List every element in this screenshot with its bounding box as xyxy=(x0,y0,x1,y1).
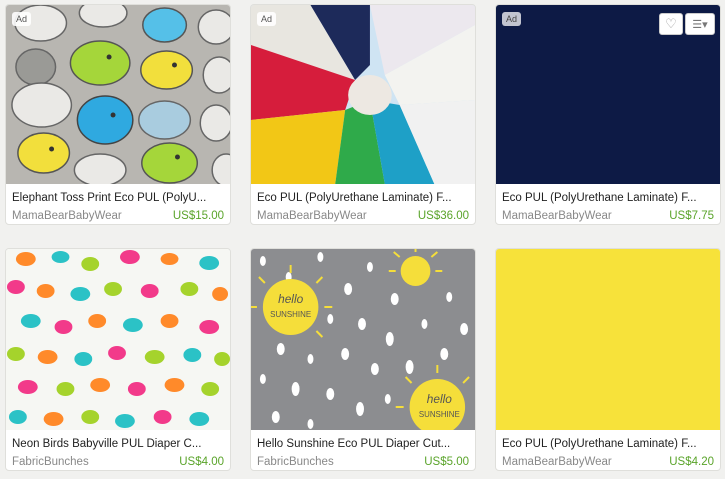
image-text: SUNSHINE xyxy=(419,410,460,419)
shop-name[interactable]: MamaBearBabyWear xyxy=(257,209,367,224)
listing-price: US$4.00 xyxy=(179,456,224,468)
listing-title[interactable]: Eco PUL (PolyUrethane Laminate) F... xyxy=(496,430,720,452)
listing-image[interactable]: Ad xyxy=(6,5,230,184)
listing-title[interactable]: Eco PUL (PolyUrethane Laminate) F... xyxy=(251,184,475,206)
listing-card[interactable]: Ad Eco PUL (PolyUrethane Laminate) F... … xyxy=(250,4,476,225)
shop-name[interactable]: FabricBunches xyxy=(257,455,334,470)
ad-badge: Ad xyxy=(257,12,277,26)
listing-price: US$36.00 xyxy=(417,210,469,222)
listing-image[interactable] xyxy=(6,249,230,430)
listing-price: US$5.00 xyxy=(424,456,469,468)
listing-card[interactable]: hello SUNSHINE hello SUNSHINE Hello Suns… xyxy=(250,248,476,471)
listing-grid: Ad Elephant Toss Print Eco PUL (PolyU...… xyxy=(0,0,725,479)
listing-image[interactable]: hello SUNSHINE hello SUNSHINE xyxy=(251,249,475,430)
image-text: hello xyxy=(278,292,303,306)
listing-price: US$4.20 xyxy=(669,456,714,468)
listing-title[interactable]: Elephant Toss Print Eco PUL (PolyU... xyxy=(6,184,230,206)
listing-price: US$15.00 xyxy=(172,210,224,222)
listing-image[interactable]: Ad xyxy=(251,5,475,184)
shop-name[interactable]: MamaBearBabyWear xyxy=(502,209,612,224)
listing-title[interactable]: Hello Sunshine Eco PUL Diaper Cut... xyxy=(251,430,475,452)
listing-price: US$7.75 xyxy=(669,210,714,222)
listing-card[interactable]: Ad ♡ ☰▾ Eco PUL (PolyUrethane Laminate) … xyxy=(495,4,721,225)
listing-card[interactable]: Eco PUL (PolyUrethane Laminate) F... Mam… xyxy=(495,248,721,471)
shop-name[interactable]: FabricBunches xyxy=(12,455,89,470)
listing-title[interactable]: Eco PUL (PolyUrethane Laminate) F... xyxy=(496,184,720,206)
image-text: hello xyxy=(427,392,452,406)
ad-badge: Ad xyxy=(12,12,32,26)
listing-image[interactable]: Ad ♡ ☰▾ xyxy=(496,5,720,184)
listing-card[interactable]: Neon Birds Babyville PUL Diaper C... Fab… xyxy=(5,248,231,471)
image-text: SUNSHINE xyxy=(270,310,311,319)
listing-image[interactable] xyxy=(496,249,720,430)
ad-badge: Ad xyxy=(502,12,522,26)
listing-title[interactable]: Neon Birds Babyville PUL Diaper C... xyxy=(6,430,230,452)
listing-card[interactable]: Ad Elephant Toss Print Eco PUL (PolyU...… xyxy=(5,4,231,225)
shop-name[interactable]: MamaBearBabyWear xyxy=(12,209,122,224)
heart-icon[interactable]: ♡ xyxy=(659,13,683,35)
shop-name[interactable]: MamaBearBabyWear xyxy=(502,455,612,470)
hamburger-menu-icon[interactable]: ☰▾ xyxy=(685,13,715,35)
